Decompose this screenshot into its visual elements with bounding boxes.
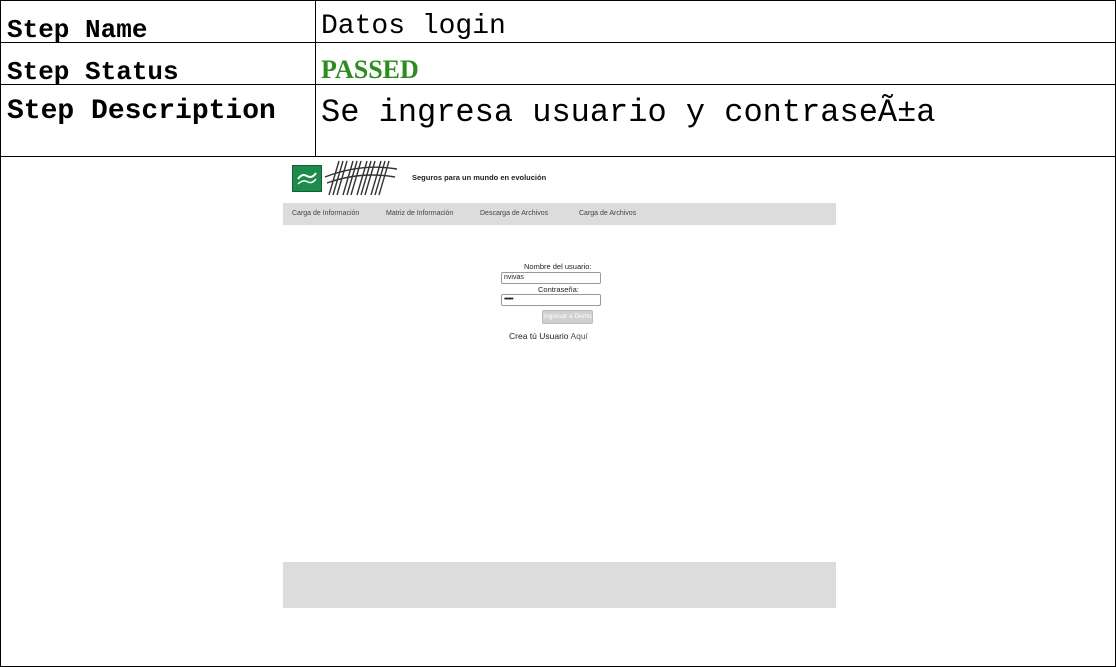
app-tagline: Seguros para un mundo en evolución <box>412 173 547 182</box>
nav-descarga-archivos[interactable]: Descarga de Archivos <box>480 210 548 217</box>
step-screenshot: Seguros para un mundo en evolución Carga… <box>1 157 1115 666</box>
step-name-label-cell: Step Name <box>1 1 316 45</box>
nav-matriz-informacion[interactable]: Matriz de Información <box>386 210 453 217</box>
signup-link[interactable]: Aquí <box>570 331 588 341</box>
brand-wordmark-icon <box>324 160 398 196</box>
app-header: Seguros para un mundo en evolución <box>283 157 836 202</box>
step-description-label-cell: Step Description <box>1 85 316 156</box>
step-name-row: Step Name Datos login <box>1 1 1115 45</box>
step-status-value: PASSED <box>321 55 419 84</box>
step-status-label-cell: Step Status <box>1 43 316 87</box>
step-status-value-cell: PASSED <box>317 43 1115 84</box>
signup-text: Crea tú Usuario <box>509 331 569 341</box>
step-description-row: Step Description Se ingresa usuario y co… <box>1 85 1115 157</box>
step-status-row: Step Status PASSED <box>1 43 1115 87</box>
step-description-value: Se ingresa usuario y contraseÃ±a <box>321 94 936 131</box>
password-input[interactable]: •••••• <box>501 294 601 306</box>
signup-prompt: Crea tú Usuario Aquí <box>509 331 588 341</box>
step-name-label: Step Name <box>7 15 148 45</box>
step-report-table: Step Name Datos login Step Status PASSED… <box>0 0 1116 667</box>
username-input[interactable]: nvivas <box>501 272 601 284</box>
step-description-value-cell: Se ingresa usuario y contraseÃ±a <box>317 85 1115 156</box>
nav-carga-informacion[interactable]: Carga de Información <box>292 210 359 217</box>
step-name-value-cell: Datos login <box>317 1 1115 42</box>
insurer-logo-icon <box>292 165 322 192</box>
step-name-value: Datos login <box>321 11 506 42</box>
step-description-label: Step Description <box>7 96 276 127</box>
nav-carga-archivos[interactable]: Carga de Archivos <box>579 210 636 217</box>
step-status-label: Step Status <box>7 57 179 87</box>
login-submit-button[interactable]: Ingresar a Demo <box>542 310 593 324</box>
username-label: Nombre del usuario: <box>524 262 592 271</box>
app-footer-bar <box>283 562 836 608</box>
login-form: Nombre del usuario: nvivas Contraseña: •… <box>501 262 611 352</box>
password-label: Contraseña: <box>538 285 579 294</box>
app-navbar: Carga de Información Matriz de Informaci… <box>283 203 836 225</box>
